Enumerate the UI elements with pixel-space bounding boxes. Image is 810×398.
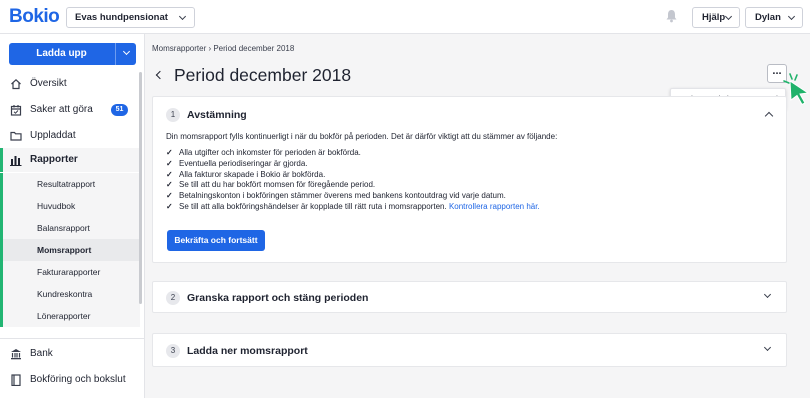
sidebar-subitem-label: Kundreskontra	[37, 289, 93, 299]
user-label: Dylan	[755, 12, 781, 23]
checkmark-icon: ✓	[166, 169, 173, 179]
bar-chart-icon	[10, 156, 22, 166]
sidebar-item-bokforing-och-bokslut[interactable]: Bokföring och bokslut	[0, 368, 140, 392]
sidebar-item-label: Bank	[30, 348, 53, 359]
section-title: Avstämning	[187, 109, 247, 121]
step-number: 1	[166, 108, 180, 122]
todo-count-badge: 51	[111, 104, 128, 116]
sidebar-subitem-balansrapport[interactable]: Balansrapport	[0, 217, 140, 239]
company-selector[interactable]: Evas hundpensionat	[66, 7, 195, 28]
bank-icon	[11, 349, 21, 360]
chevron-up-icon[interactable]	[764, 111, 774, 121]
chevron-down-icon	[787, 12, 796, 21]
upload-button[interactable]: Ladda upp	[9, 43, 136, 65]
calendar-icon	[10, 105, 22, 116]
help-label: Hjälp	[702, 12, 726, 23]
section-ladda-ner[interactable]: 3 Ladda ner momsrapport	[152, 333, 787, 367]
sidebar: Ladda upp Översikt Saker att göra 51 Upp…	[0, 34, 145, 398]
sidebar-item-label: Bokföring och bokslut	[30, 374, 126, 385]
checkmark-icon: ✓	[166, 180, 173, 190]
checkmark-icon: ✓	[166, 191, 173, 201]
sidebar-item-label: Uppladdat	[30, 130, 76, 141]
sidebar-subitem-label: Huvudbok	[37, 201, 76, 211]
checklist-text: Se till att du har bokfört momsen för fö…	[179, 180, 376, 190]
folder-icon	[10, 131, 22, 141]
sidebar-item-oversikt[interactable]: Översikt	[0, 72, 140, 96]
chevron-down-icon	[724, 12, 733, 21]
checklist-text: Alla utgifter och inkomster för perioden…	[179, 148, 361, 157]
back-chevron-icon[interactable]	[155, 70, 165, 80]
checklist-text: Betalningskonton i bokföringen stämmer ö…	[179, 191, 506, 201]
user-menu-button[interactable]: Dylan	[745, 7, 803, 28]
checklist-item: ✓ Se till att alla bokföringshändelser är…	[166, 202, 540, 213]
checklist-item: ✓ Alla utgifter och inkomster för periode…	[166, 148, 540, 159]
checklist: ✓ Alla utgifter och inkomster för periode…	[166, 148, 540, 213]
sidebar-divider	[0, 338, 144, 339]
sidebar-subitem-label: Momsrapport	[37, 245, 92, 255]
checkmark-icon: ✓	[166, 201, 173, 211]
checkmark-icon: ✓	[166, 148, 173, 157]
bokio-logo[interactable]: Bokio	[9, 6, 60, 28]
chevron-down-icon[interactable]	[763, 290, 772, 299]
checklist-item: ✓ Eventuella periodiseringar är gjorda.	[166, 159, 540, 170]
sidebar-scrollbar[interactable]	[139, 72, 142, 304]
sidebar-subitem-huvudbok[interactable]: Huvudbok	[0, 195, 140, 217]
page-title: Period december 2018	[174, 65, 352, 85]
check-report-link[interactable]: Kontrollera rapporten här.	[449, 202, 540, 211]
sidebar-subitem-label: Fakturarapporter	[37, 267, 101, 277]
sidebar-subitem-lonerapporter[interactable]: Lönerapporter	[0, 305, 140, 327]
section-intro: Din momsrapport fylls kontinuerligt i nä…	[166, 132, 558, 141]
bell-icon[interactable]	[665, 9, 678, 23]
upload-split-divider	[115, 43, 116, 65]
checkmark-icon: ✓	[166, 158, 173, 168]
checklist-text: Se till att alla bokföringshändelser är …	[179, 201, 447, 211]
checklist-text: Eventuella periodiseringar är gjorda.	[179, 158, 308, 168]
sidebar-item-uppladdat[interactable]: Uppladdat	[0, 124, 140, 148]
home-icon	[11, 78, 21, 90]
sidebar-subitem-label: Balansrapport	[37, 223, 90, 233]
sidebar-item-label: Saker att göra	[30, 104, 93, 115]
confirm-and-continue-button[interactable]: Bekräfta och fortsätt	[167, 230, 265, 251]
section-avstamning: 1 Avstämning Din momsrapport fylls konti…	[152, 96, 787, 263]
step-number: 3	[166, 344, 180, 358]
sidebar-subitem-momsrapport[interactable]: Momsrapport	[0, 239, 140, 261]
checklist-text: Alla fakturor skapade i Bokio är bokförd…	[179, 169, 326, 179]
sidebar-subitem-label: Lönerapporter	[37, 311, 91, 321]
section-granska-rapport[interactable]: 2 Granska rapport och stäng perioden	[152, 281, 787, 313]
sidebar-item-saker-att-gora[interactable]: Saker att göra 51	[0, 98, 140, 122]
checklist-item: ✓ Se till att du har bokfört momsen för f…	[166, 180, 540, 191]
sidebar-subitem-kundreskontra[interactable]: Kundreskontra	[0, 283, 140, 305]
sidebar-item-rapporter[interactable]: Rapporter	[0, 148, 140, 172]
sidebar-item-label: Rapporter	[30, 154, 78, 165]
upload-label: Ladda upp	[36, 48, 87, 59]
book-icon	[11, 374, 21, 386]
section-title: Granska rapport och stäng perioden	[187, 292, 369, 304]
section-title: Ladda ner momsrapport	[187, 345, 308, 357]
step-number: 2	[166, 291, 180, 305]
chevron-down-icon[interactable]	[122, 47, 131, 56]
chevron-down-icon[interactable]	[763, 343, 772, 352]
help-menu-button[interactable]: Hjälp	[692, 7, 740, 28]
sidebar-subitem-resultatrapport[interactable]: Resultatrapport	[0, 173, 140, 195]
sidebar-item-bank[interactable]: Bank	[0, 342, 140, 366]
chevron-down-icon	[178, 12, 186, 21]
sidebar-item-label: Översikt	[30, 78, 67, 89]
sidebar-subitem-fakturarapporter[interactable]: Fakturarapporter	[0, 261, 140, 283]
top-bar: Bokio Evas hundpensionat Hjälp Dylan	[0, 0, 810, 34]
checklist-item: ✓ Betalningskonton i bokföringen stämmer …	[166, 191, 540, 202]
breadcrumb[interactable]: Momsrapporter › Period december 2018	[152, 44, 294, 53]
checklist-item: ✓ Alla fakturor skapade i Bokio är bokför…	[166, 170, 540, 181]
company-name: Evas hundpensionat	[75, 12, 168, 23]
sidebar-subitem-label: Resultatrapport	[37, 179, 96, 189]
